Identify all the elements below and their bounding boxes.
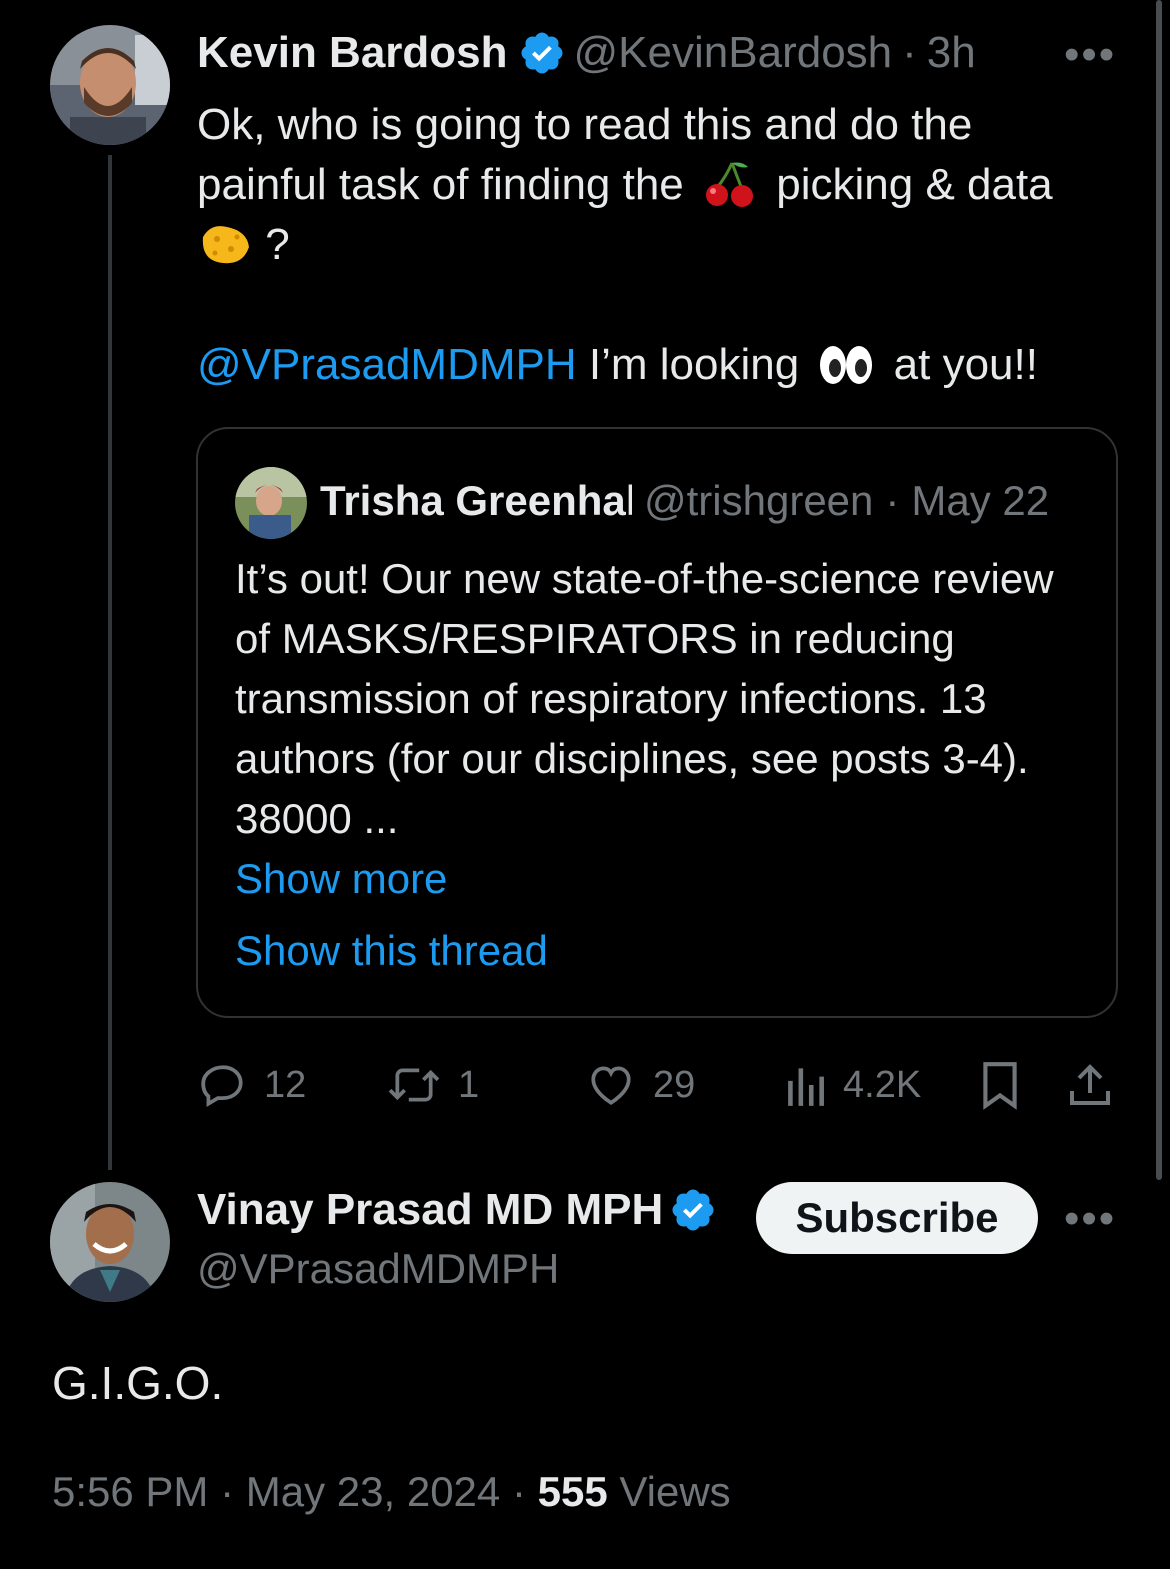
verified-badge-icon — [521, 32, 563, 74]
more-options-icon[interactable]: ••• — [1064, 1194, 1116, 1244]
tweet-text-line: ? — [197, 215, 1117, 275]
heart-icon — [591, 1066, 631, 1105]
repost-button[interactable]: 1 — [386, 1060, 479, 1110]
tweet-text-fragment: ? — [265, 220, 290, 269]
repost-icon — [388, 1068, 440, 1102]
author-handle[interactable]: @KevinBardosh — [574, 28, 893, 78]
separator-dot: · — [220, 1468, 235, 1515]
share-button[interactable] — [1066, 1060, 1130, 1110]
quoted-tweet-header: Trisha Greenhalgh @trishgreen · May 22 — [320, 477, 1049, 525]
reply-button[interactable]: 12 — [198, 1060, 306, 1110]
tweet-text-line: Ok, who is going to read this and do the — [197, 100, 973, 149]
author-name[interactable]: Kevin Bardosh — [197, 28, 508, 78]
tweet-timestamp[interactable]: 5:56 PM — [52, 1468, 208, 1515]
tweet-metadata: 5:56 PM · May 23, 2024 · 555 Views — [52, 1468, 731, 1516]
tweet-text: Ok, who is going to read this and do the… — [197, 95, 1117, 395]
views-count: 4.2K — [843, 1063, 922, 1106]
tweet-text-line: painful task of finding the picking & da… — [197, 155, 1117, 215]
cherries-emoji-icon — [706, 162, 754, 207]
reply-author-name[interactable]: Vinay Prasad MD MPH — [197, 1185, 663, 1235]
reply-icon — [201, 1065, 243, 1108]
tweet-text-fragment: picking & data — [776, 160, 1053, 209]
verified-badge-icon — [672, 1189, 714, 1231]
views-label: Views — [619, 1468, 731, 1515]
separator-dot: · — [511, 1468, 526, 1515]
reply-count: 12 — [264, 1063, 307, 1106]
views-total-count: 555 — [537, 1468, 608, 1515]
quoted-author-handle[interactable]: @trishgreen — [644, 477, 873, 525]
separator-dot: · — [885, 477, 900, 524]
scrollbar[interactable] — [1156, 0, 1162, 1180]
thread-connector-line — [108, 155, 112, 1170]
more-options-icon[interactable]: ••• — [1064, 30, 1116, 80]
show-thread-link[interactable]: Show this thread — [235, 921, 1095, 981]
eyes-emoji-icon — [820, 346, 873, 384]
like-button[interactable]: 29 — [585, 1060, 695, 1110]
reply-author-name-row: Vinay Prasad MD MPH — [197, 1185, 725, 1235]
quoted-tweet-date[interactable]: May 22 — [911, 477, 1049, 525]
tweet-header: Kevin Bardosh @KevinBardosh · 3h — [197, 28, 976, 78]
bookmark-button[interactable] — [978, 1060, 1038, 1110]
bookmark-icon — [983, 1062, 1017, 1110]
mention-link[interactable]: @VPrasadMDMPH — [197, 340, 577, 389]
quoted-tweet-text: It’s out! Our new state-of-the-science r… — [235, 555, 1054, 842]
separator-dot: · — [902, 28, 917, 77]
tweet-date[interactable]: May 23, 2024 — [246, 1468, 501, 1515]
tweet-text-line: @VPrasadMDMPH I’m looking at you!! — [197, 335, 1117, 395]
subscribe-button[interactable]: Subscribe — [756, 1182, 1038, 1254]
avatar-trisha-greenhalgh[interactable] — [235, 467, 307, 539]
tweet-text-fragment: at you!! — [893, 340, 1038, 389]
reply-author-handle[interactable]: @VPrasadMDMPH — [197, 1245, 559, 1293]
tweet-time[interactable]: 3h — [927, 28, 976, 78]
quoted-author-name[interactable]: Trisha Greenhalgh — [320, 477, 632, 525]
quoted-tweet-body: It’s out! Our new state-of-the-science r… — [235, 549, 1095, 981]
tweet-text-fragment: I’m looking — [588, 340, 800, 389]
tweet-text-fragment: painful task of finding the — [197, 160, 684, 209]
avatar-vinay-prasad[interactable] — [50, 1182, 170, 1302]
quoted-tweet-card[interactable]: Trisha Greenhalgh @trishgreen · May 22 I… — [196, 427, 1118, 1018]
views-chart-icon — [788, 1068, 824, 1106]
sponge-emoji-icon — [202, 226, 249, 264]
show-more-link[interactable]: Show more — [235, 849, 1095, 909]
repost-count: 1 — [458, 1063, 480, 1106]
reply-tweet-text: G.I.G.O. — [52, 1357, 224, 1409]
avatar-kevin-bardosh[interactable] — [50, 25, 170, 145]
share-icon — [1070, 1064, 1110, 1105]
views-button[interactable]: 4.2K — [783, 1060, 921, 1110]
like-count: 29 — [653, 1063, 696, 1106]
